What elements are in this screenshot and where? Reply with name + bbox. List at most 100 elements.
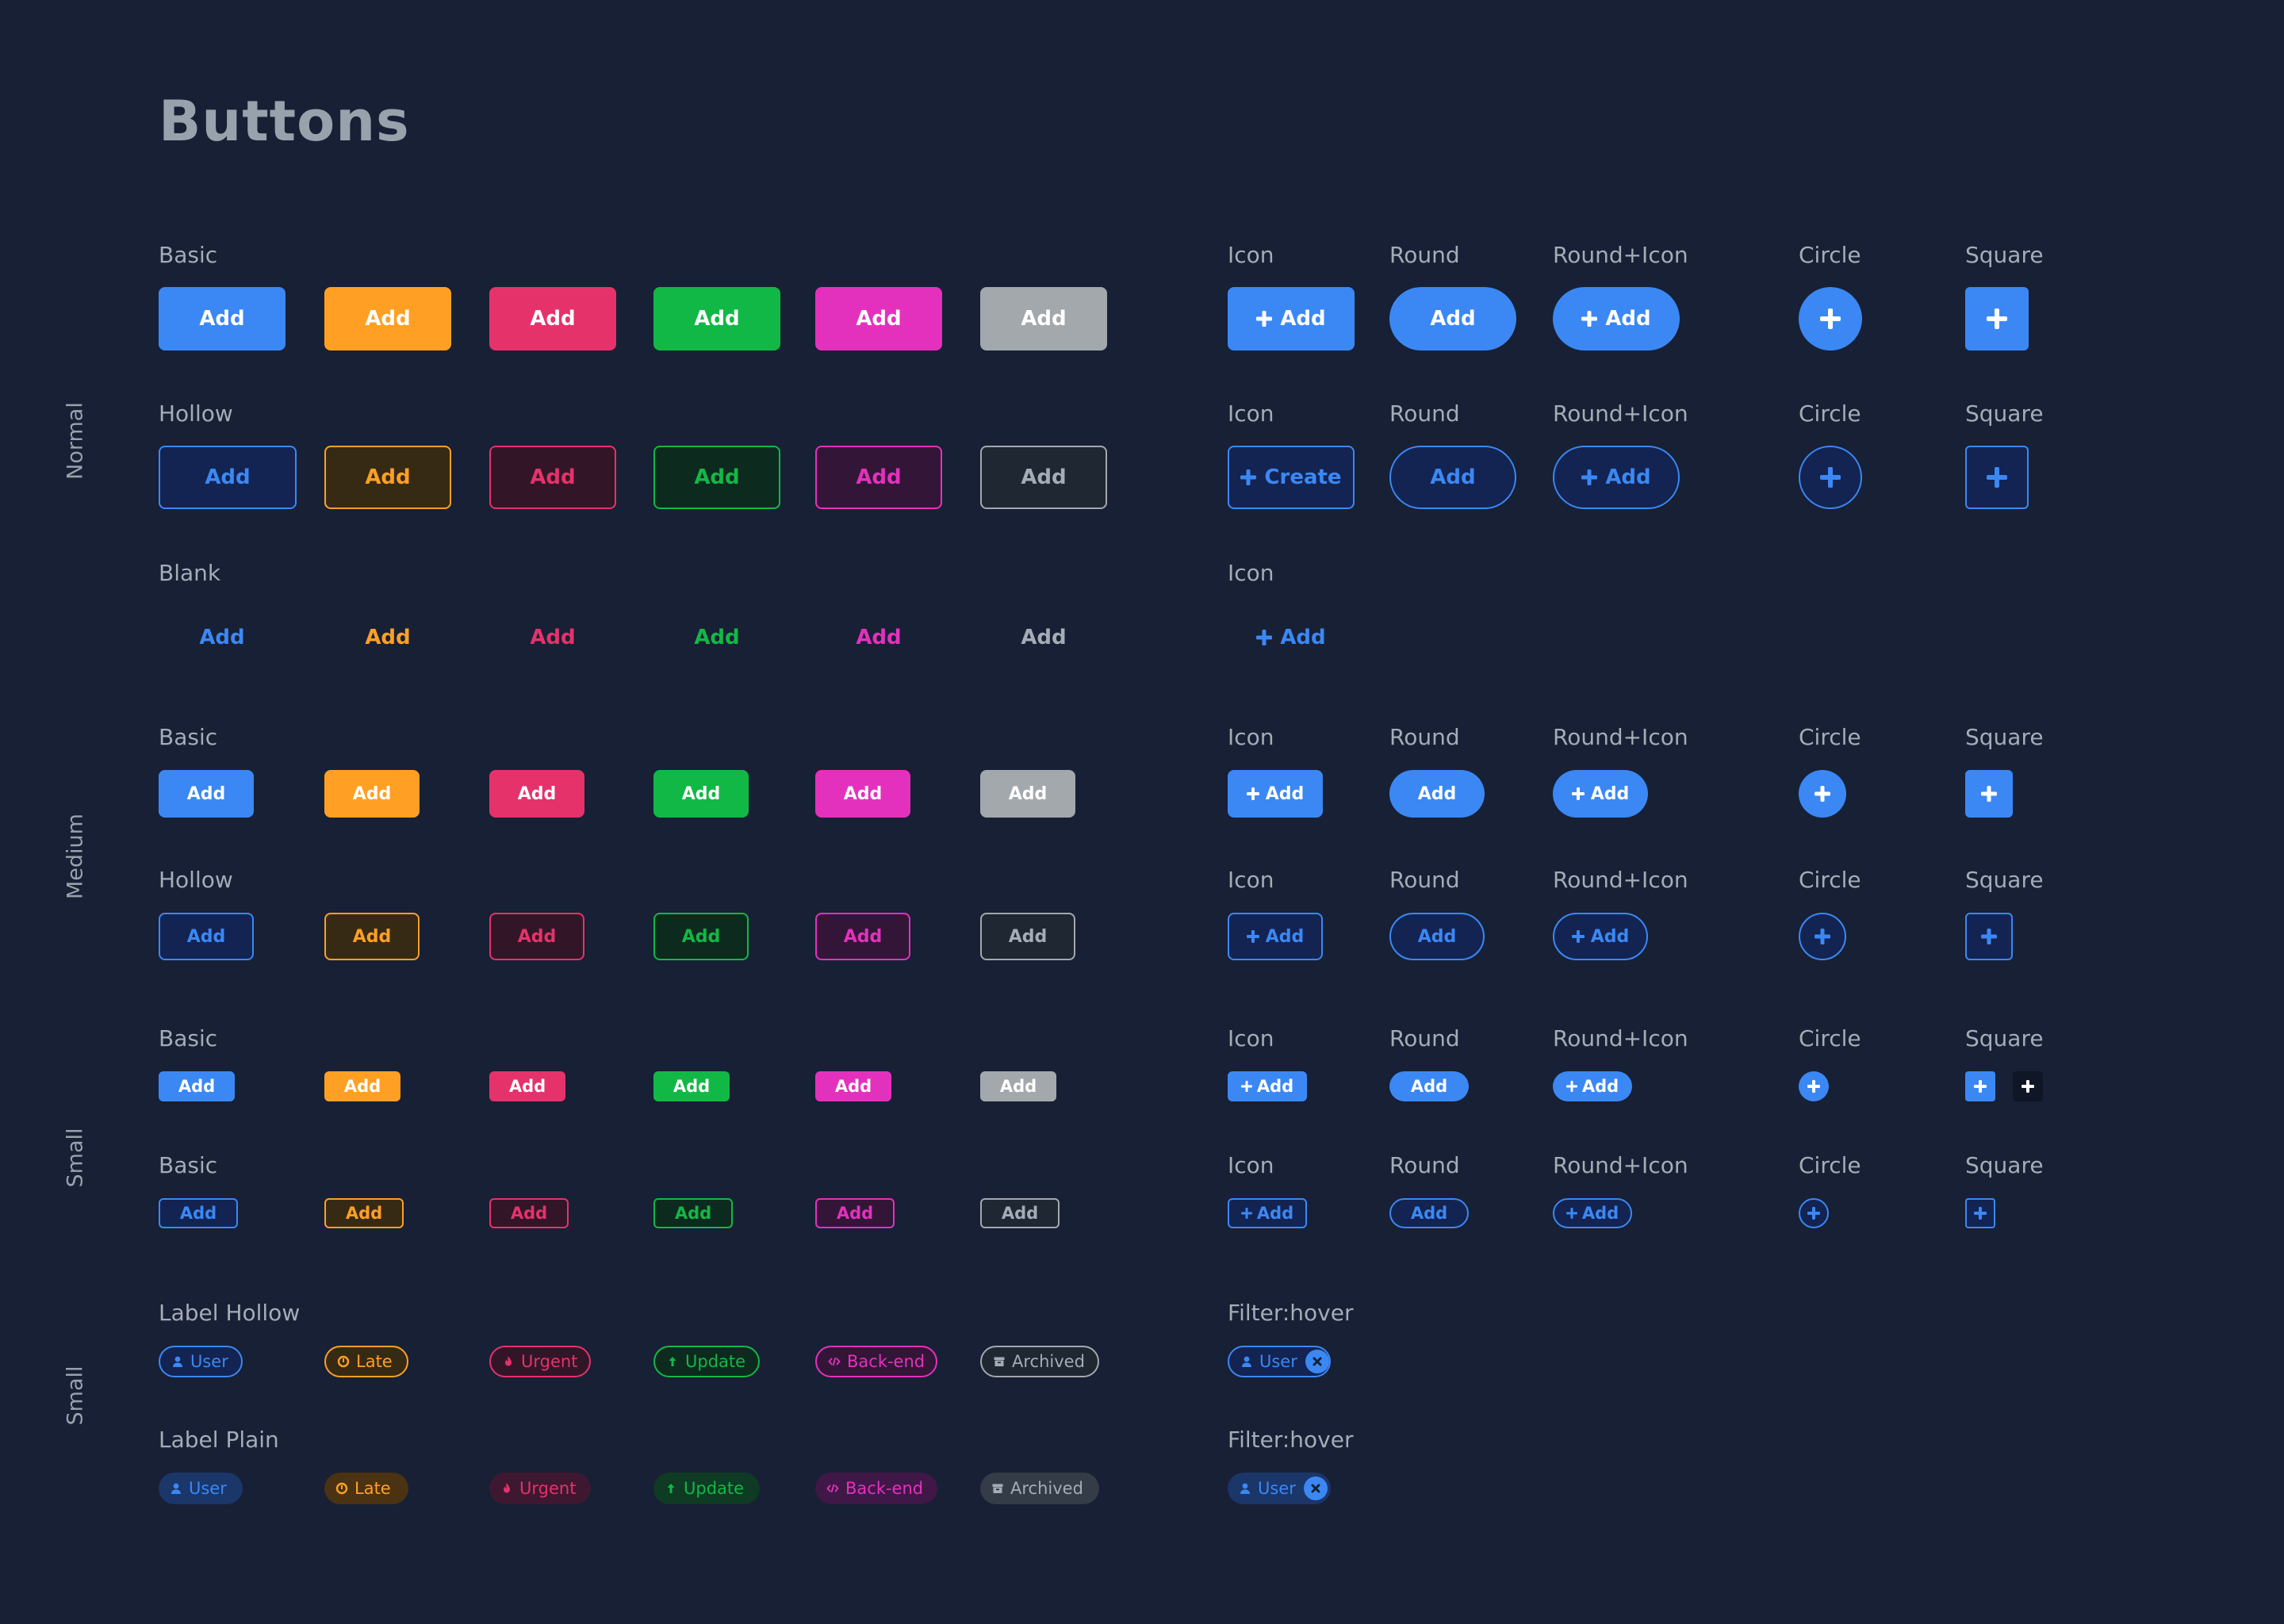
red-hollow-add-button[interactable]: Add [489,1198,569,1228]
blue-plain-tag[interactable]: User [159,1473,243,1504]
square-add-button[interactable] [1965,446,2029,509]
blue-hollow-add-button[interactable]: Add [159,1198,238,1228]
orange-basic-add-button[interactable]: Add [324,1071,400,1101]
blue-basic-add-button[interactable]: Add [159,1071,235,1101]
round-add-button[interactable]: Add [1389,1198,1469,1228]
magenta-hollow-add-button[interactable]: Add [815,913,910,960]
page-title: Buttons [159,89,410,154]
red-hollow-add-button[interactable]: Add [489,446,616,509]
gray-hollow-add-button[interactable]: Add [980,913,1075,960]
green-hollow-add-button[interactable]: Add [653,446,780,509]
plus-icon [1246,787,1259,800]
red-basic-add-button[interactable]: Add [489,770,584,818]
round-icon-add-button[interactable]: Add [1553,770,1648,818]
blue-hollow-add-button[interactable]: Add [159,913,254,960]
round-icon-add-button[interactable]: Add [1553,1198,1632,1228]
shape-header-square: Square [1965,242,2044,268]
round-add-button[interactable]: Add [1389,287,1516,350]
orange-basic-add-button[interactable]: Add [324,770,420,818]
blue-basic-add-button[interactable]: Add [159,287,286,350]
green-basic-add-button[interactable]: Add [653,1071,730,1101]
round-add-button[interactable]: Add [1389,446,1516,509]
blue-basic-add-button[interactable]: Add [159,770,254,818]
button-label: Add [186,926,226,947]
square-add-button[interactable] [1965,1071,1995,1101]
orange-hollow-add-button[interactable]: Add [324,1198,404,1228]
orange-basic-add-button[interactable]: Add [324,287,451,350]
blue-blank-icon-add-button[interactable]: Add [1228,606,1355,669]
orange-hollow-tag[interactable]: Late [324,1346,408,1377]
red-basic-add-button[interactable]: Add [489,1071,565,1101]
round-add-button[interactable]: Add [1389,770,1485,818]
blue-blank-add-button[interactable]: Add [159,606,286,669]
gray-basic-add-button[interactable]: Add [980,770,1075,818]
round-add-button[interactable]: Add [1389,1071,1469,1101]
circle-add-button[interactable] [1799,287,1862,350]
green-basic-add-button[interactable]: Add [653,287,780,350]
round-icon-add-button[interactable]: Add [1553,913,1648,960]
icon-add-button[interactable]: Add [1228,1071,1307,1101]
blue-hollow-tag[interactable]: User [159,1346,243,1377]
red-hollow-add-button[interactable]: Add [489,913,584,960]
icon-create-button[interactable]: Create [1228,446,1355,509]
square-add-button[interactable] [1965,287,2029,350]
gray-hollow-tag[interactable]: Archived [980,1346,1099,1377]
green-hollow-tag[interactable]: Update [653,1346,760,1377]
gray-basic-add-button[interactable]: Add [980,287,1107,350]
magenta-hollow-add-button[interactable]: Add [815,446,942,509]
magenta-basic-add-button[interactable]: Add [815,287,942,350]
circle-add-button[interactable] [1799,913,1846,960]
magenta-basic-add-button[interactable]: Add [815,770,910,818]
icon-add-button[interactable]: Add [1228,287,1355,350]
orange-blank-add-button[interactable]: Add [324,606,451,669]
red-basic-add-button[interactable]: Add [489,287,616,350]
icon-add-button[interactable]: Add [1228,770,1323,818]
green-hollow-add-button[interactable]: Add [653,913,749,960]
square-add-button-dark[interactable] [2013,1071,2043,1101]
gray-basic-add-button[interactable]: Add [980,1071,1056,1101]
circle-add-button[interactable] [1799,1071,1829,1101]
red-plain-tag[interactable]: Urgent [489,1473,591,1504]
user-filter-tag[interactable]: User [1228,1346,1331,1377]
button-label: Add [1430,465,1476,489]
round-icon-add-button[interactable]: Add [1553,446,1680,509]
button-label: Add [199,626,245,649]
orange-hollow-add-button[interactable]: Add [324,446,451,509]
gray-blank-add-button[interactable]: Add [980,606,1107,669]
close-circle-icon[interactable] [1305,1350,1329,1373]
red-blank-add-button[interactable]: Add [489,606,616,669]
magenta-basic-add-button[interactable]: Add [815,1071,891,1101]
circle-add-button[interactable] [1799,1198,1829,1228]
magenta-hollow-add-button[interactable]: Add [815,1198,895,1228]
orange-hollow-add-button[interactable]: Add [324,913,420,960]
green-hollow-add-button[interactable]: Add [653,1198,733,1228]
round-icon-add-button[interactable]: Add [1553,287,1680,350]
round-icon-add-button[interactable]: Add [1553,1071,1632,1101]
green-basic-add-button[interactable]: Add [653,770,749,818]
circle-add-button[interactable] [1799,446,1862,509]
gray-hollow-add-button[interactable]: Add [980,446,1107,509]
magenta-blank-add-button[interactable]: Add [815,606,942,669]
green-blank-add-button[interactable]: Add [653,606,780,669]
blue-hollow-add-button[interactable]: Add [159,446,297,509]
green-plain-tag[interactable]: Update [653,1473,760,1504]
plus-icon [1974,1207,1987,1220]
square-add-button[interactable] [1965,770,2013,818]
button-label: Add [856,465,902,489]
orange-plain-tag[interactable]: Late [324,1473,408,1504]
gray-hollow-add-button[interactable]: Add [980,1198,1060,1228]
user-filter-tag[interactable]: User [1228,1473,1331,1504]
round-add-button[interactable]: Add [1389,913,1485,960]
icon-add-button[interactable]: Add [1228,913,1323,960]
red-hollow-tag[interactable]: Urgent [489,1346,591,1377]
square-add-button[interactable] [1965,913,2013,960]
icon-add-button[interactable]: Add [1228,1198,1307,1228]
magenta-hollow-tag[interactable]: Back-end [815,1346,937,1377]
magenta-plain-tag[interactable]: Back-end [815,1473,937,1504]
square-add-button[interactable] [1965,1198,1995,1228]
circle-add-button[interactable] [1799,770,1846,818]
button-label: Add [1605,307,1651,331]
gray-plain-tag[interactable]: Archived [980,1473,1099,1504]
close-circle-icon[interactable] [1303,1477,1328,1500]
button-label: Add [1021,626,1067,649]
